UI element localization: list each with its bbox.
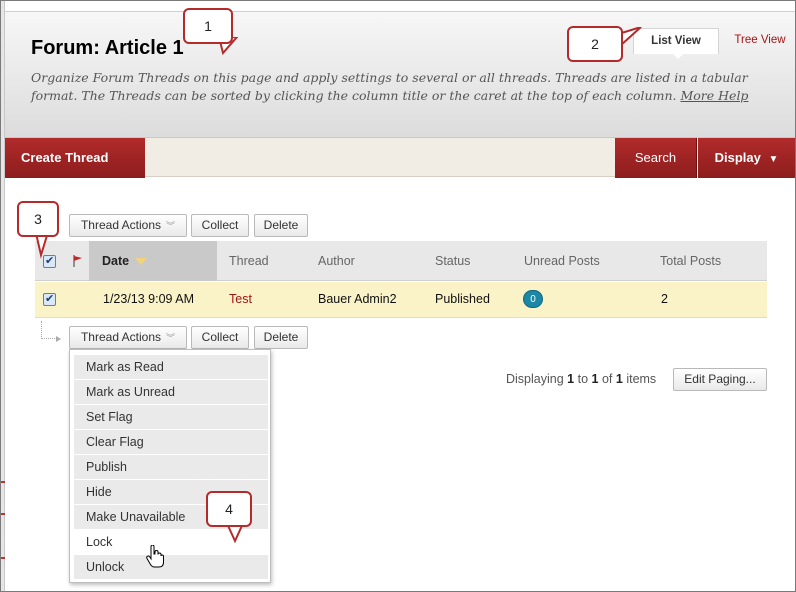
flag-icon[interactable] [73, 255, 83, 267]
display-label: Display [714, 150, 761, 165]
instructions-text: Organize Forum Threads on this page and … [31, 70, 748, 103]
thread-actions-label: Thread Actions [80, 218, 162, 232]
display-menu-button[interactable]: Display ▼ [698, 138, 795, 178]
hand-cursor-icon [146, 545, 164, 568]
paging-total: 1 [615, 372, 623, 386]
row-thread-link[interactable]: Test [229, 282, 252, 318]
paging-of-word: of [601, 372, 613, 386]
menu-item-mark-as-read[interactable]: Mark as Read [74, 355, 268, 379]
double-chevron-icon: ︾ [166, 333, 176, 343]
edge-mark [1, 557, 5, 559]
thread-actions-label: Thread Actions [80, 330, 162, 344]
paging-to-word: to [577, 372, 589, 386]
sort-caret-icon[interactable] [135, 258, 148, 266]
page-title: Forum: Article 1 [31, 37, 184, 59]
row-status: Published [435, 292, 490, 306]
edge-mark [1, 481, 5, 483]
column-header-date-label: Date [102, 254, 130, 268]
menu-item-clear-flag[interactable]: Clear Flag [74, 430, 268, 454]
tab-tree-view[interactable]: Tree View [727, 28, 793, 54]
action-bar: Create Thread Search Display ▼ [5, 137, 795, 178]
paging-status: Displaying 1 to 1 of 1 items [506, 372, 656, 386]
column-header-status[interactable]: Status [435, 241, 470, 281]
unread-posts-badge[interactable]: 0 [523, 290, 543, 308]
edge-mark [1, 513, 5, 515]
collect-button-top[interactable]: Collect [191, 214, 249, 237]
callout-3: 3 [17, 201, 59, 237]
delete-button-bottom[interactable]: Delete [254, 326, 308, 349]
page-instructions: Organize Forum Threads on this page and … [31, 69, 781, 105]
indent-arrow [41, 321, 61, 342]
paging-from: 1 [567, 372, 575, 386]
column-header-author[interactable]: Author [318, 241, 355, 281]
thread-actions-button-bottom[interactable]: Thread Actions ︾ [69, 326, 187, 349]
table-header-row: Date Thread Author Status Unread Posts T… [35, 241, 767, 281]
column-header-thread[interactable]: Thread [229, 241, 269, 281]
callout-2: 2 [567, 26, 623, 62]
row-total-posts: 2 [661, 292, 668, 306]
callout-1: 1 [183, 8, 233, 44]
paging-prefix: Displaying [506, 372, 564, 386]
thread-actions-button-top[interactable]: Thread Actions ︾ [69, 214, 187, 237]
callout-4: 4 [206, 491, 252, 527]
search-button[interactable]: Search [615, 138, 697, 178]
menu-item-mark-as-unread[interactable]: Mark as Unread [74, 380, 268, 404]
collect-button-bottom[interactable]: Collect [191, 326, 249, 349]
create-thread-button[interactable]: Create Thread [5, 138, 145, 178]
column-header-date[interactable]: Date [89, 241, 217, 281]
delete-button-top[interactable]: Delete [254, 214, 308, 237]
row-author: Bauer Admin2 [318, 292, 397, 306]
more-help-link[interactable]: More Help [680, 88, 748, 103]
paging-suffix: items [626, 372, 657, 386]
paging-to: 1 [591, 372, 599, 386]
row-date: 1/23/13 9:09 AM [103, 292, 195, 306]
column-header-total-posts[interactable]: Total Posts [660, 241, 721, 281]
forum-window: List View Tree View Forum: Article 1 Org… [0, 0, 796, 592]
edit-paging-button[interactable]: Edit Paging... [673, 368, 767, 391]
thread-actions-menu: Mark as Read Mark as Unread Set Flag Cle… [69, 349, 271, 583]
menu-item-unlock[interactable]: Unlock [74, 555, 268, 579]
table-row[interactable]: 1/23/13 9:09 AM Test Bauer Admin2 Publis… [35, 282, 767, 318]
row-checkbox[interactable] [43, 292, 56, 306]
menu-item-set-flag[interactable]: Set Flag [74, 405, 268, 429]
chevron-down-icon: ▼ [768, 154, 779, 165]
menu-item-publish[interactable]: Publish [74, 455, 268, 479]
double-chevron-icon: ︾ [166, 221, 176, 231]
column-header-unread-posts[interactable]: Unread Posts [524, 241, 600, 281]
